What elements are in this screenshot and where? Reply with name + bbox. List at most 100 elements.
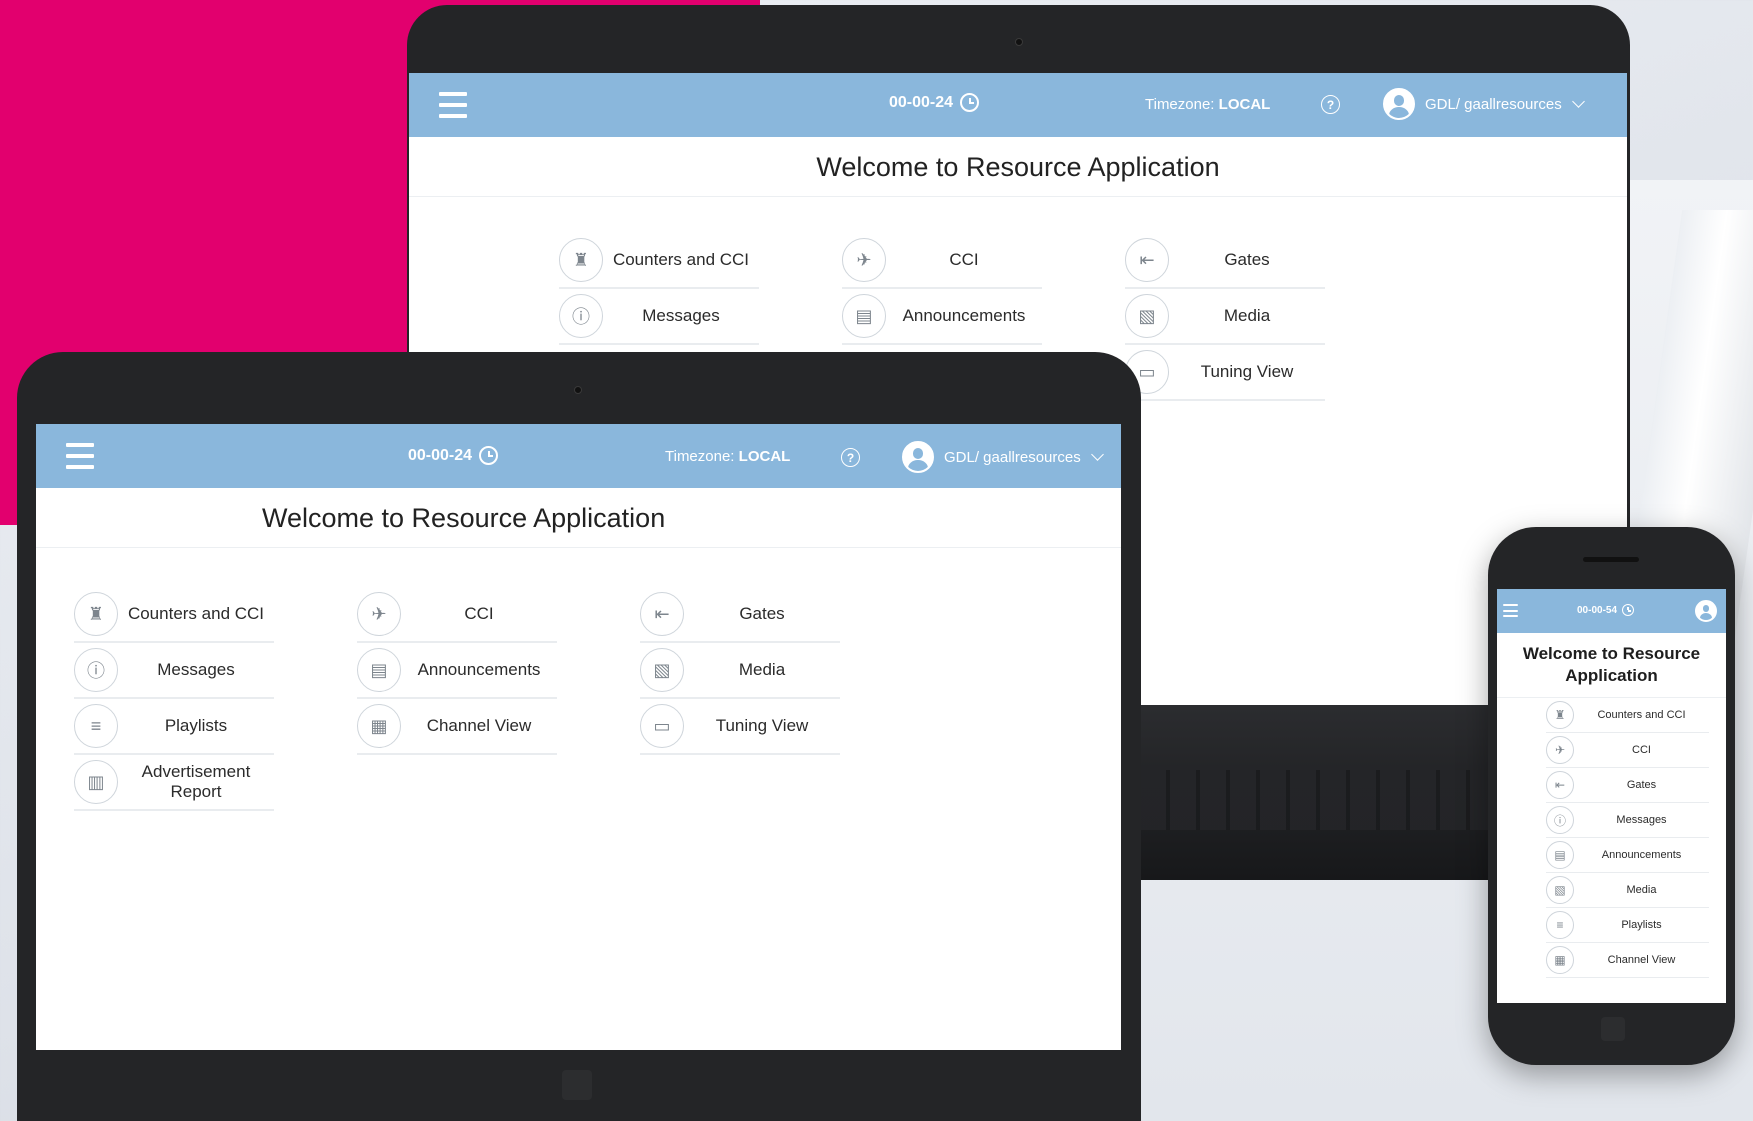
header-bar: 00-00-24 Timezone: LOCAL ? GDL/ gaallres… (36, 424, 1121, 488)
film-grid-icon: ▦ (357, 704, 401, 748)
plane-luggage-icon: ✈ (1546, 736, 1574, 764)
clock-text: 00-00-24 (408, 446, 473, 464)
menu-tile[interactable]: ▧ Media (1125, 289, 1325, 345)
menu-tile-label: CCI (1632, 744, 1651, 756)
menu-tile[interactable]: ♜ Counters and CCI (74, 587, 274, 643)
user-name: GDL/ gaallresources (1425, 95, 1562, 113)
menu-tile-label: Messages (157, 660, 235, 679)
menu-tile-label: Counters and CCI (612, 250, 750, 269)
hamburger-menu-icon[interactable] (66, 443, 94, 469)
clock-text: 00-00-54 (1577, 604, 1618, 616)
menu-tile-label: Messages (1616, 814, 1667, 826)
page-title: Welcome to Resource Application (1497, 633, 1726, 698)
clock-display: 00-00-54 (1577, 604, 1635, 616)
counter-person-icon: ♜ (1546, 701, 1574, 729)
speaker-grille (1583, 557, 1639, 562)
counter-person-icon: ♜ (559, 238, 603, 282)
avatar-icon (902, 441, 934, 473)
hamburger-menu-icon[interactable] (1503, 604, 1518, 617)
laptop-keyboard (1140, 770, 1520, 830)
clock-icon (1622, 604, 1635, 616)
menu-tile-label: CCI (464, 604, 494, 623)
camera-icon (574, 386, 582, 394)
home-button[interactable] (562, 1070, 592, 1100)
menu-tile-label: Gates (739, 604, 785, 623)
image-media-icon: ▧ (1125, 294, 1169, 338)
menu-tile-label: Gates (1224, 250, 1270, 269)
help-icon[interactable]: ? (1321, 95, 1340, 114)
tablet-screen: 00-00-24 Timezone: LOCAL ? GDL/ gaallres… (36, 424, 1121, 1050)
menu-tile-label: Counters and CCI (127, 604, 265, 623)
user-menu[interactable]: GDL/ gaallresources (1383, 88, 1585, 120)
menu-grid: ♜ Counters and CCI ✈ CCI ⇤ Gates ⓘ Messages ▤ Ann… (74, 587, 840, 811)
announcement-board-icon: ▤ (357, 648, 401, 692)
menu-tile[interactable]: ▤ Announcements (1546, 838, 1709, 873)
avatar-icon[interactable] (1695, 600, 1717, 622)
phone-screen: 00-00-54 Welcome to Resource Application… (1497, 589, 1726, 1003)
menu-tile-label: Media (738, 660, 786, 679)
menu-tile[interactable]: ⓘ Messages (559, 289, 759, 345)
menu-tile-label: Media (1626, 884, 1657, 896)
menu-tile[interactable]: ✈ CCI (842, 233, 1042, 289)
menu-tile-label: Announcements (1601, 849, 1682, 861)
menu-tile[interactable]: ▤ Announcements (357, 643, 557, 699)
image-media-icon: ▧ (640, 648, 684, 692)
hamburger-menu-icon[interactable] (439, 92, 467, 118)
menu-tile[interactable]: ▭ Tuning View (640, 699, 840, 755)
user-menu[interactable]: GDL/ gaallresources (902, 441, 1104, 473)
tablet-device: 00-00-24 Timezone: LOCAL ? GDL/ gaallres… (17, 352, 1141, 1121)
menu-tile[interactable]: ▦ Channel View (357, 699, 557, 755)
menu-tile-label: Tuning View (715, 716, 809, 735)
menu-tile[interactable]: ≡ Playlists (1546, 908, 1709, 943)
menu-tile-label: Media (1223, 306, 1271, 325)
menu-tile-label: Gates (1626, 779, 1657, 791)
menu-tile[interactable]: ⇤ Gates (1125, 233, 1325, 289)
timezone-value: LOCAL (1218, 96, 1271, 113)
clock-text: 00-00-24 (889, 93, 954, 111)
menu-tile-label: Playlists (1621, 919, 1662, 931)
info-icon: ⓘ (559, 294, 603, 338)
timezone-display: Timezone: LOCAL (1145, 96, 1270, 113)
gate-arrow-icon: ⇤ (640, 592, 684, 636)
image-media-icon: ▧ (1546, 876, 1574, 904)
film-grid-icon: ▦ (1546, 946, 1574, 974)
menu-tile[interactable]: ⓘ Messages (1546, 803, 1709, 838)
timezone-label: Timezone: (1145, 96, 1215, 113)
clock-display: 00-00-24 (889, 93, 980, 112)
help-icon[interactable]: ? (841, 448, 860, 467)
menu-tile[interactable]: ✈ CCI (357, 587, 557, 643)
menu-tile-label: Announcements (902, 306, 1026, 325)
menu-tile[interactable]: ▤ Announcements (842, 289, 1042, 345)
plane-luggage-icon: ✈ (842, 238, 886, 282)
header-bar: 00-00-54 (1497, 589, 1726, 633)
menu-tile[interactable]: ⇤ Gates (1546, 768, 1709, 803)
menu-tile[interactable]: ≡ Playlists (74, 699, 274, 755)
gate-arrow-icon: ⇤ (1125, 238, 1169, 282)
gate-arrow-icon: ⇤ (1546, 771, 1574, 799)
menu-tile[interactable]: ♜ Counters and CCI (559, 233, 759, 289)
menu-tile[interactable]: ▭ Tuning View (1125, 345, 1325, 401)
counter-person-icon: ♜ (74, 592, 118, 636)
avatar-icon (1383, 88, 1415, 120)
header-bar: 00-00-24 Timezone: LOCAL ? GDL/ gaallres… (409, 73, 1627, 137)
menu-tile-label: Channel View (1607, 954, 1676, 966)
menu-tile-label: Counters and CCI (1597, 709, 1686, 721)
playlist-icon: ≡ (74, 704, 118, 748)
chevron-down-icon (1571, 95, 1585, 108)
menu-tile[interactable]: ✈ CCI (1546, 733, 1709, 768)
menu-tile[interactable]: ⓘ Messages (74, 643, 274, 699)
menu-tile[interactable]: ⇤ Gates (640, 587, 840, 643)
menu-tile[interactable]: ▧ Media (640, 643, 840, 699)
menu-tile[interactable]: ▥ Advertisement Report (74, 755, 274, 811)
menu-tile[interactable]: ▧ Media (1546, 873, 1709, 908)
home-button[interactable] (1601, 1017, 1625, 1041)
menu-tile[interactable]: ▦ Channel View (1546, 943, 1709, 978)
clock-display: 00-00-24 (408, 446, 499, 465)
menu-tile-label: CCI (949, 250, 979, 269)
menu-tile[interactable]: ♜ Counters and CCI (1546, 698, 1709, 733)
user-name: GDL/ gaallresources (944, 448, 1081, 466)
phone-device: 00-00-54 Welcome to Resource Application… (1488, 527, 1735, 1065)
info-icon: ⓘ (1546, 806, 1574, 834)
monitor-check-icon: ▭ (640, 704, 684, 748)
page-title: Welcome to Resource Application (36, 488, 1121, 548)
